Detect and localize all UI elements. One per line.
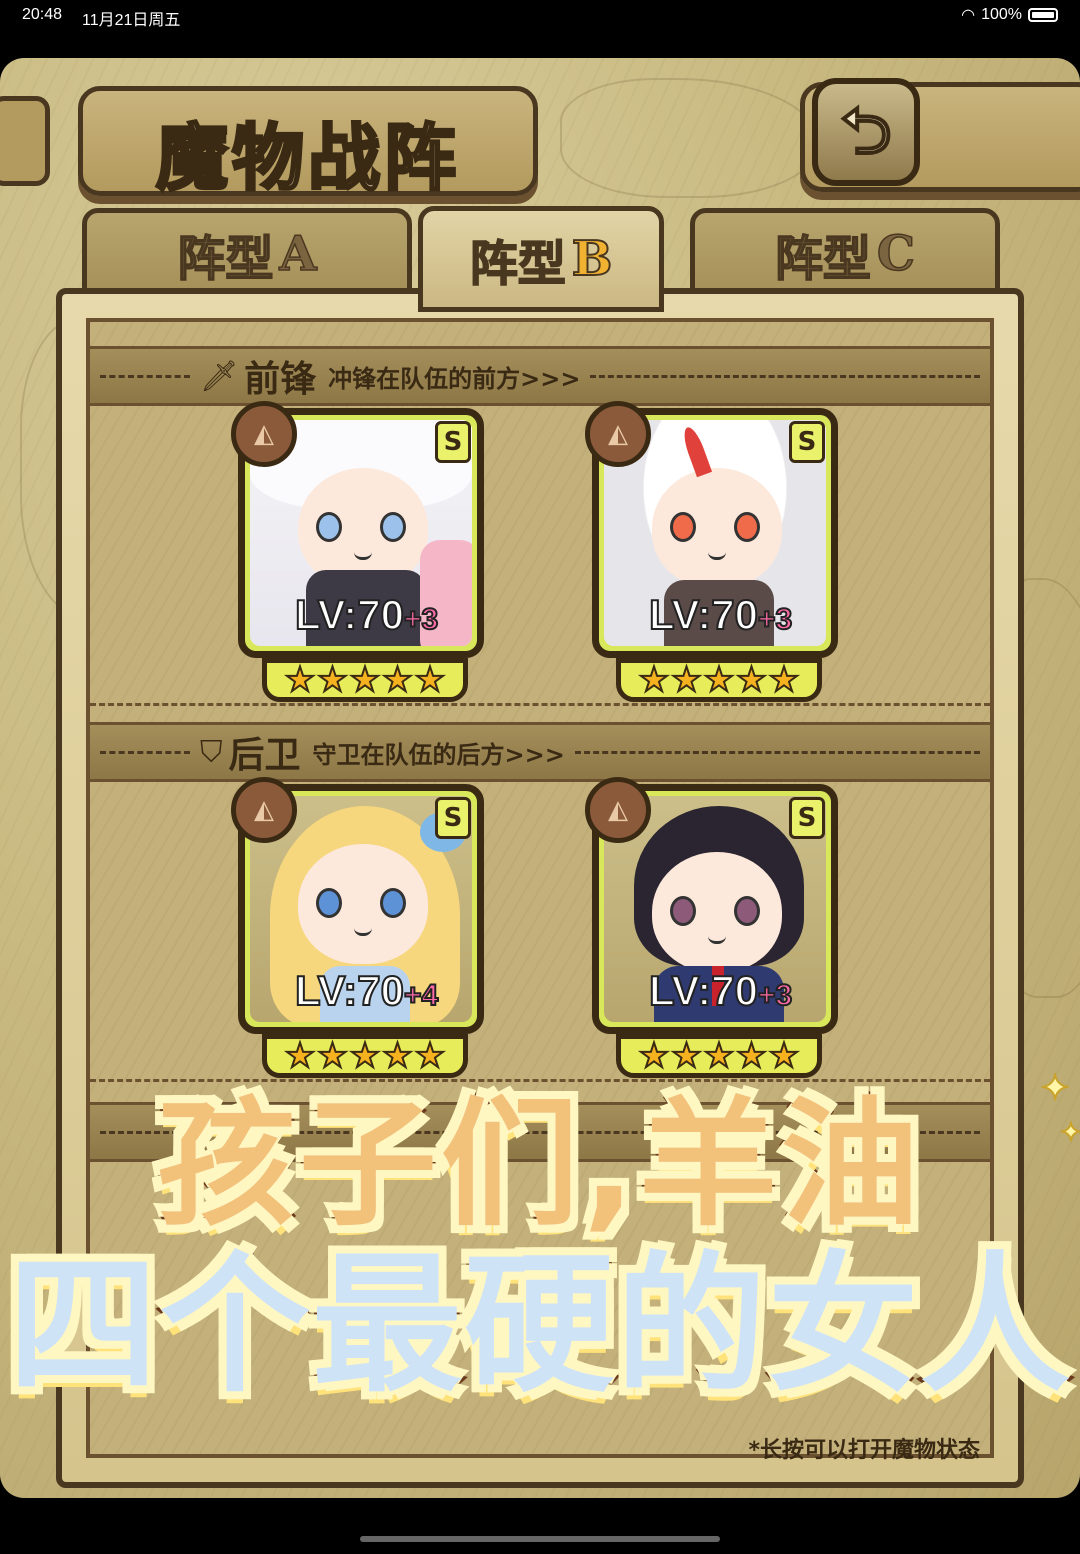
star-rating: ★ ★ ★ ★ ★ <box>616 658 822 702</box>
unit-level: LV:70+3 <box>648 966 793 1015</box>
level-bonus: +3 <box>757 978 793 1013</box>
star-icon: ★ <box>316 660 349 700</box>
shield-icon: ⛉ <box>200 734 223 770</box>
section-name: 后卫 <box>228 734 301 776</box>
star-icon: ★ <box>414 1036 447 1076</box>
class-badge-icon: ◭ <box>585 777 651 843</box>
star-icon: ★ <box>735 1036 768 1076</box>
level-text: LV:70 <box>294 590 405 639</box>
star-icon: ★ <box>768 660 801 700</box>
star-icon: ★ <box>381 1036 414 1076</box>
divider <box>100 750 190 754</box>
rear-row <box>90 782 990 1082</box>
star-rating: ★ ★ ★ ★ ★ <box>262 1034 468 1078</box>
section-desc: 守卫在队伍的后方>>> <box>312 740 565 769</box>
level-text: LV:70 <box>294 966 405 1015</box>
section-header-front: 🗡 前锋 冲锋在队伍的前方>>> <box>90 346 990 406</box>
star-icon: ★ <box>284 660 317 700</box>
level-bonus: +3 <box>757 602 793 637</box>
unit-level: LV:70+3 <box>648 590 793 639</box>
formation-board-inner: 🗡 前锋 冲锋在队伍的前方>>> ⛉ 后卫 守卫在队伍的后方>>> <box>86 318 994 1458</box>
divider <box>574 750 980 754</box>
tab-suffix: B <box>571 230 614 288</box>
star-icon: ★ <box>703 660 736 700</box>
battery-icon <box>1028 8 1058 22</box>
sparkle-icon: ✦ <box>1059 1117 1080 1149</box>
star-icon: ★ <box>349 1036 382 1076</box>
unit-level: LV:70+4 <box>294 966 439 1015</box>
title-plank: 魔物战阵 <box>78 86 538 202</box>
battery-percent: 100% <box>981 6 1022 23</box>
page-title: 魔物战阵 <box>154 114 460 202</box>
status-bar: 20:48 11月21日周五 ◠ 100% <box>0 0 1080 34</box>
star-icon: ★ <box>638 660 671 700</box>
section-header-rear: ⛉ 后卫 守卫在队伍的后方>>> <box>90 722 990 782</box>
star-icon: ★ <box>735 660 768 700</box>
back-button[interactable]: ⮌ <box>812 78 920 186</box>
star-icon: ★ <box>316 1036 349 1076</box>
star-rating: ★ ★ ★ ★ ★ <box>262 658 468 702</box>
class-badge-icon: ◭ <box>231 777 297 843</box>
rank-badge: S <box>789 797 825 839</box>
level-bonus: +3 <box>403 602 439 637</box>
tab-formation-a[interactable]: 阵型 A <box>82 208 412 300</box>
star-icon: ★ <box>670 1036 703 1076</box>
star-rating: ★ ★ ★ ★ ★ <box>616 1034 822 1078</box>
star-icon: ★ <box>414 660 447 700</box>
unit-card[interactable]: ◭ S LV:70+3 <box>585 777 838 1034</box>
footnote: *长按可以打开魔物状态 <box>748 1438 980 1463</box>
formation-board: 🗡 前锋 冲锋在队伍的前方>>> ⛉ 后卫 守卫在队伍的后方>>> *长按可以打… <box>56 288 1024 1488</box>
tab-label: 阵型 <box>469 235 567 293</box>
star-icon: ★ <box>768 1036 801 1076</box>
section-desc: 冲锋在队伍的前方>>> <box>328 364 581 393</box>
game-screen: 魔物战阵 ⮌ 阵型 A 阵型 B 阵型 C 🗡 前锋 冲锋在队伍的前方>>> ⛉… <box>0 58 1080 1498</box>
tab-formation-b[interactable]: 阵型 B <box>418 206 664 312</box>
rank-badge: S <box>435 421 471 463</box>
level-text: LV:70 <box>648 966 759 1015</box>
section-header-support <box>90 1102 990 1162</box>
unit-card[interactable]: ◭ S LV:70+3 <box>585 401 838 658</box>
star-icon: ★ <box>349 660 382 700</box>
tab-suffix: C <box>876 225 916 283</box>
wifi-icon: ◠ <box>961 7 976 24</box>
tab-label: 阵型 <box>177 230 275 288</box>
level-text: LV:70 <box>648 590 759 639</box>
divider <box>100 1130 980 1134</box>
map-decoration <box>560 78 820 198</box>
star-icon: ★ <box>381 660 414 700</box>
class-badge-icon: ◭ <box>231 401 297 467</box>
unit-card[interactable]: ◭ S LV:70+3 <box>231 401 484 658</box>
star-icon: ★ <box>638 1036 671 1076</box>
status-time: 20:48 <box>22 6 63 23</box>
star-icon: ★ <box>284 1036 317 1076</box>
level-bonus: +4 <box>403 978 439 1013</box>
divider <box>100 374 190 378</box>
class-badge-icon: ◭ <box>585 401 651 467</box>
tab-label: 阵型 <box>774 230 872 288</box>
section-name: 前锋 <box>244 358 317 400</box>
tab-formation-c[interactable]: 阵型 C <box>690 208 1000 300</box>
status-right: ◠ 100% <box>961 5 1058 25</box>
unit-card[interactable]: ◭ S LV:70+4 <box>231 777 484 1034</box>
unit-level: LV:70+3 <box>294 590 439 639</box>
tab-suffix: A <box>279 225 318 283</box>
rank-badge: S <box>789 421 825 463</box>
home-indicator[interactable] <box>360 1536 720 1542</box>
star-icon: ★ <box>703 1036 736 1076</box>
star-icon: ★ <box>670 660 703 700</box>
divider <box>590 374 980 378</box>
rank-badge: S <box>435 797 471 839</box>
status-date: 11月21日周五 <box>82 12 181 29</box>
title-left-stub <box>0 96 50 186</box>
sparkle-icon: ✦ <box>1039 1067 1071 1110</box>
back-arrow-icon: ⮌ <box>839 95 892 169</box>
sword-icon: 🗡 <box>200 358 239 394</box>
front-row <box>90 406 990 706</box>
